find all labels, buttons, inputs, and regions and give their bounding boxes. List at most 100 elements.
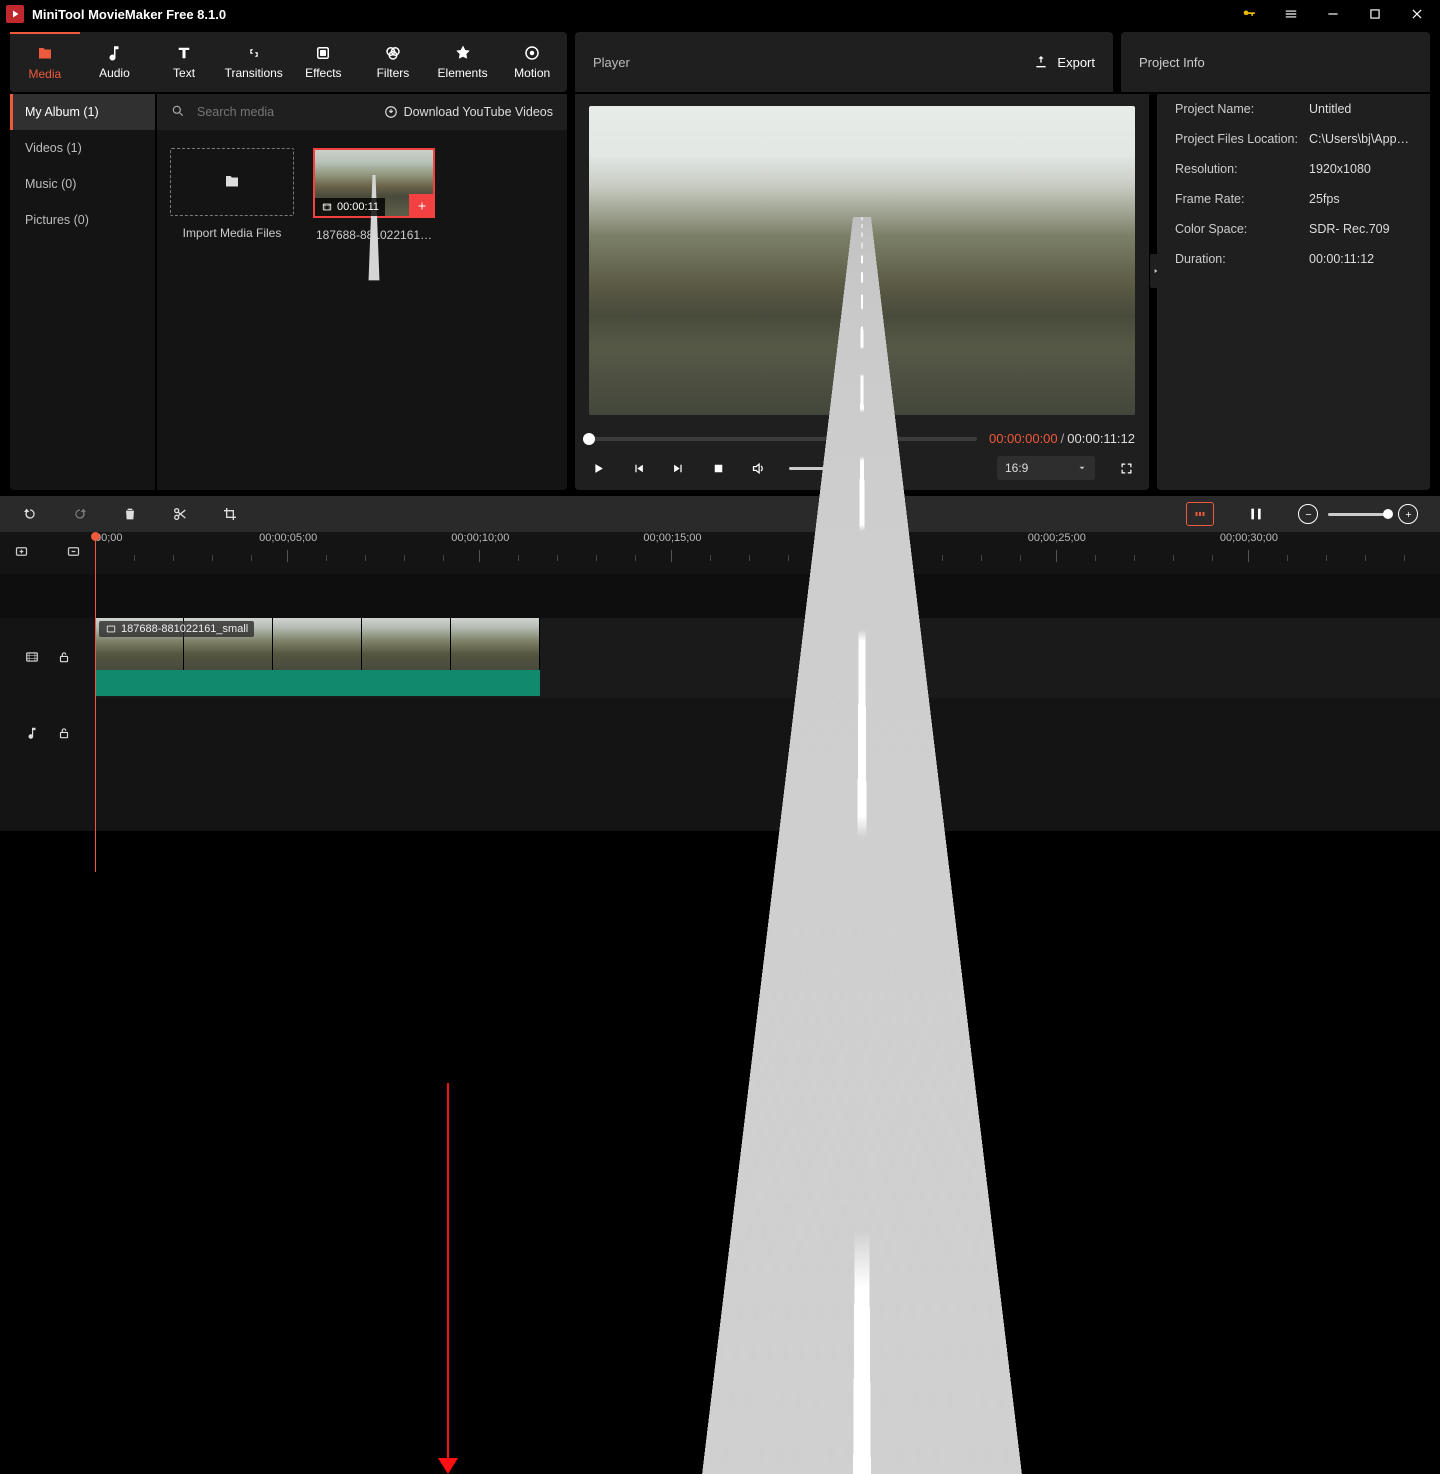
delete-button[interactable] [122, 506, 138, 522]
pi-key: Frame Rate: [1175, 192, 1309, 206]
audio-track [0, 704, 1440, 764]
sidebar-item-pictures[interactable]: Pictures (0) [10, 202, 155, 238]
tab-label: Media [28, 67, 61, 81]
timeline-clip-name: 187688-881022161_small [121, 623, 248, 635]
pi-key: Color Space: [1175, 222, 1309, 236]
project-duration-row: Duration:00:00:11:12 [1157, 244, 1430, 274]
timeline-toolbar [0, 496, 1440, 532]
media-sidebar: My Album (1) Videos (1) Music (0) Pictur… [10, 94, 155, 490]
aspect-ratio-select[interactable]: 16:9 [997, 456, 1095, 480]
export-label: Export [1057, 55, 1095, 70]
volume-slider[interactable] [789, 467, 879, 470]
tab-audio[interactable]: Audio [80, 32, 150, 92]
project-info-title: Project Info [1139, 55, 1205, 70]
video-track-icon [25, 650, 39, 667]
pi-value: Untitled [1309, 102, 1412, 116]
tab-label: Motion [514, 66, 550, 80]
project-info-header: Project Info [1121, 32, 1430, 92]
tab-label: Text [173, 66, 195, 80]
close-icon[interactable] [1400, 0, 1434, 28]
prev-frame-button[interactable] [629, 459, 647, 477]
search-input[interactable] [195, 104, 339, 120]
video-track-area[interactable]: 187688-881022161_small [95, 618, 1440, 698]
zoom-slider[interactable] [1328, 513, 1388, 516]
lock-track-icon[interactable] [57, 726, 71, 743]
video-track-controls [0, 618, 95, 698]
timeline: 00;00 00;00;05;00 00;00;10;00 00;00;15;0… [0, 496, 1440, 831]
clip-duration-badge: 00:00:11 [315, 198, 385, 216]
undo-button[interactable] [22, 506, 38, 522]
sidebar-item-music[interactable]: Music (0) [10, 166, 155, 202]
maximize-icon[interactable] [1358, 0, 1392, 28]
remove-track-icon[interactable] [66, 544, 81, 562]
player-header: Player Export [575, 32, 1113, 92]
minimize-icon[interactable] [1316, 0, 1350, 28]
audio-track-area[interactable] [95, 704, 1440, 764]
player-scrubber[interactable] [589, 437, 977, 441]
tab-elements[interactable]: Elements [428, 32, 498, 92]
media-clip-thumbnail[interactable]: 00:00:11 [313, 148, 435, 218]
title-bar: MiniTool MovieMaker Free 8.1.0 [0, 0, 1440, 28]
snap-button[interactable] [1248, 506, 1264, 522]
tab-media[interactable]: Media [10, 32, 80, 92]
timeline-video-clip[interactable]: 187688-881022161_small [95, 618, 540, 696]
tab-filters[interactable]: Filters [358, 32, 428, 92]
timeline-clip-name-badge: 187688-881022161_small [99, 621, 254, 637]
video-track: 187688-881022161_small [0, 618, 1440, 698]
auto-reframe-button[interactable] [1186, 502, 1214, 526]
import-media-button[interactable] [170, 148, 294, 216]
export-button[interactable]: Export [1033, 54, 1095, 70]
player-preview[interactable] [589, 106, 1135, 415]
player-time-current: 00:00:00:00 [989, 431, 1058, 446]
crop-button[interactable] [222, 506, 238, 522]
ruler-label: 00;00;15;00 [643, 532, 713, 544]
menu-icon[interactable] [1274, 0, 1308, 28]
split-button[interactable] [172, 506, 188, 522]
project-info-panel: Project Name:Untitled Project Files Loca… [1157, 94, 1430, 490]
player-title: Player [593, 55, 630, 70]
zoom-out-button[interactable] [1298, 504, 1318, 524]
tab-effects[interactable]: Effects [289, 32, 359, 92]
project-location-row: Project Files Location:C:\Users\bj\App… [1157, 124, 1430, 154]
upgrade-key-icon[interactable] [1232, 0, 1266, 28]
sidebar-item-my-album[interactable]: My Album (1) [10, 94, 155, 130]
download-youtube-link[interactable]: Download YouTube Videos [384, 105, 553, 119]
timeline-ruler[interactable]: 00;00 00;00;05;00 00;00;10;00 00;00;15;0… [95, 532, 1440, 574]
pi-key: Duration: [1175, 252, 1309, 266]
timeline-track-add-buttons [0, 532, 95, 574]
aspect-ratio-value: 16:9 [1005, 461, 1028, 475]
add-track-icon[interactable] [14, 544, 29, 562]
tab-text[interactable]: Text [149, 32, 219, 92]
player-time: 00:00:00:00/00:00:11:12 [989, 431, 1135, 446]
tab-motion[interactable]: Motion [497, 32, 567, 92]
project-colorspace-row: Color Space:SDR- Rec.709 [1157, 214, 1430, 244]
media-toolbar: Download YouTube Videos [157, 94, 567, 130]
playhead[interactable] [95, 532, 96, 872]
tab-label: Filters [377, 66, 410, 80]
tab-transitions[interactable]: Transitions [219, 32, 289, 92]
sidebar-item-videos[interactable]: Videos (1) [10, 130, 155, 166]
collapse-panel-button[interactable] [1150, 254, 1162, 288]
zoom-in-button[interactable] [1398, 504, 1418, 524]
redo-button[interactable] [72, 506, 88, 522]
pi-key: Project Files Location: [1175, 132, 1309, 146]
lock-track-icon[interactable] [57, 650, 71, 667]
pi-value: SDR- Rec.709 [1309, 222, 1412, 236]
search-icon [171, 104, 185, 121]
fullscreen-button[interactable] [1117, 459, 1135, 477]
audio-track-icon [25, 726, 39, 743]
stop-button[interactable] [709, 459, 727, 477]
import-media-label: Import Media Files [183, 226, 282, 240]
volume-icon[interactable] [749, 459, 767, 477]
tab-label: Audio [99, 66, 130, 80]
pi-value: 00:00:11:12 [1309, 252, 1412, 266]
project-resolution-row: Resolution:1920x1080 [1157, 154, 1430, 184]
app-logo-icon [6, 5, 24, 23]
add-clip-button[interactable] [409, 194, 434, 217]
play-button[interactable] [589, 459, 607, 477]
audio-track-controls [0, 704, 95, 764]
next-frame-button[interactable] [669, 459, 687, 477]
ruler-label: 00;00 [95, 532, 165, 544]
pi-key: Project Name: [1175, 102, 1309, 116]
download-youtube-label: Download YouTube Videos [404, 105, 553, 119]
